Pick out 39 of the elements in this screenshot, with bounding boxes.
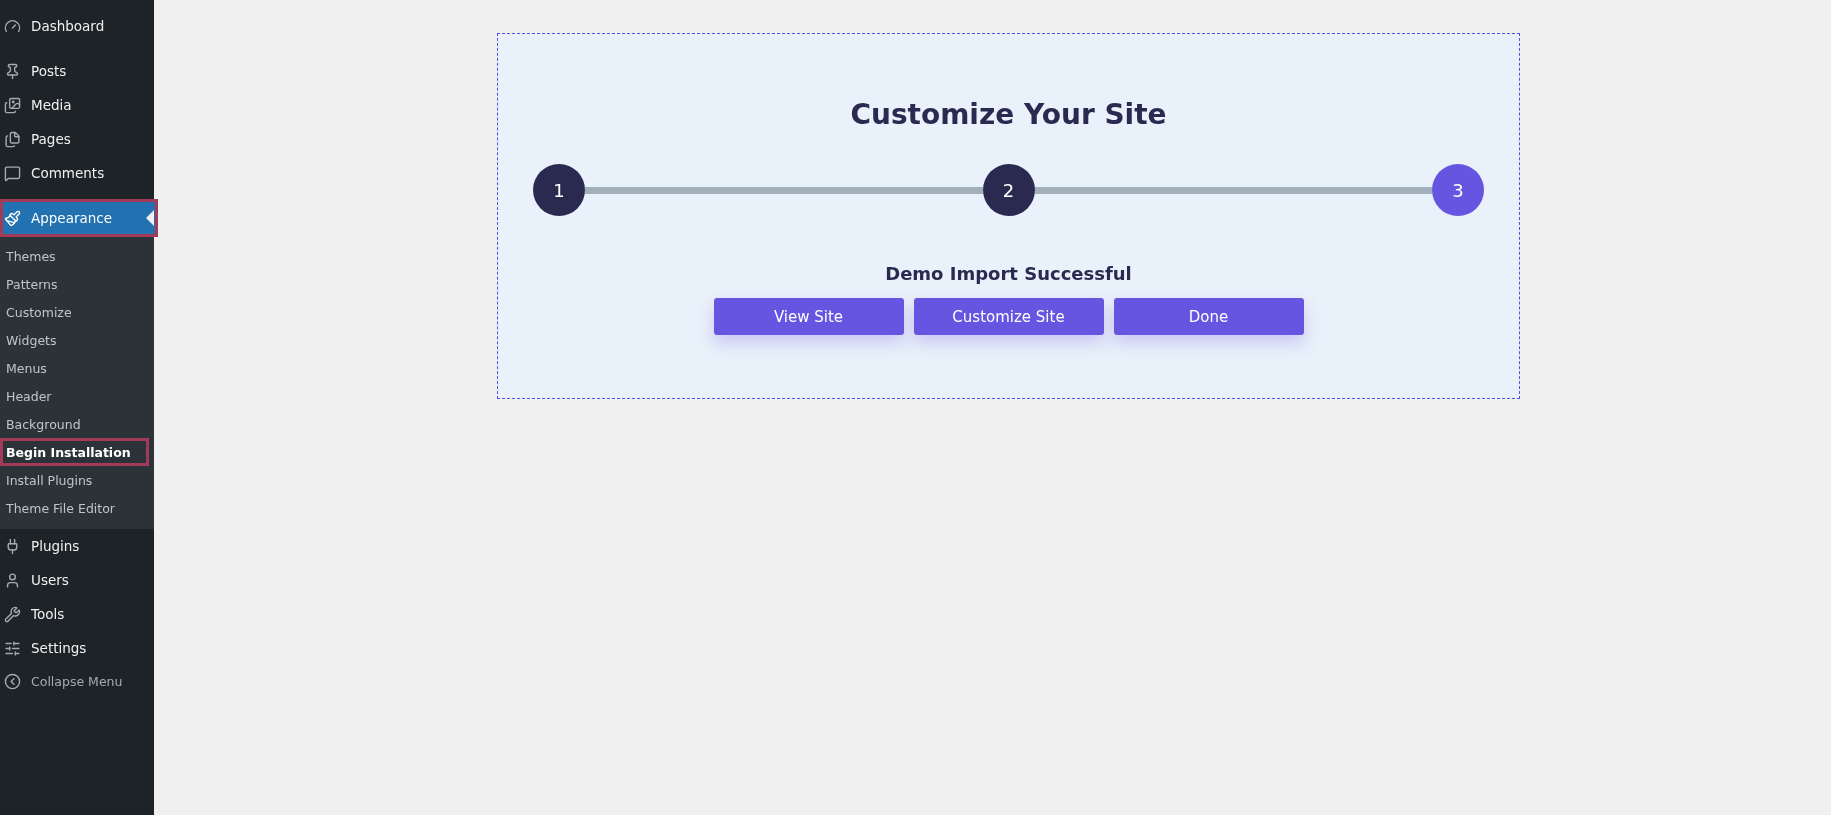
sidebar-item[interactable]: Appearance	[0, 199, 158, 237]
submenu-item[interactable]: Widgets	[0, 326, 154, 354]
submenu-item[interactable]: Background	[0, 410, 154, 438]
pin-icon	[4, 62, 21, 80]
sidebar-item[interactable]: Posts	[0, 54, 154, 88]
wizard-button[interactable]: Customize Site	[913, 298, 1104, 335]
step-circle: 3	[1432, 164, 1484, 216]
pages-icon	[4, 130, 21, 148]
submenu-item[interactable]: Customize	[0, 298, 154, 326]
sidebar-item[interactable]: Pages	[0, 122, 154, 156]
sliders-icon	[4, 639, 21, 657]
sidebar-item[interactable]: Comments	[0, 156, 154, 190]
collapse-menu-button[interactable]: Collapse Menu	[0, 665, 154, 697]
paintbrush-icon	[4, 209, 21, 227]
step-circle: 1	[533, 164, 585, 216]
submenu-item[interactable]: Install Plugins	[0, 466, 154, 494]
wrench-icon	[4, 605, 21, 623]
speech-bubble-icon	[4, 164, 21, 182]
sidebar-item[interactable]: Media	[0, 88, 154, 122]
wizard-title: Customize Your Site	[850, 98, 1167, 131]
sidebar-item[interactable]: Users	[0, 563, 154, 597]
submenu-item[interactable]: Menus	[0, 354, 154, 382]
submenu-item[interactable]: Themes	[0, 242, 154, 270]
submenu-item[interactable]: Patterns	[0, 270, 154, 298]
wizard-button[interactable]: Done	[1113, 298, 1304, 335]
sidebar-item[interactable]: Plugins	[0, 529, 154, 563]
submenu-item[interactable]: Begin Installation	[0, 438, 149, 466]
images-icon	[4, 96, 21, 114]
step-circle: 2	[982, 164, 1035, 216]
success-message: Demo Import Successful	[885, 263, 1132, 284]
sidebar-item[interactable]: Dashboard	[0, 9, 154, 43]
submenu-item[interactable]: Theme File Editor	[0, 494, 154, 522]
submenu-item[interactable]: Header	[0, 382, 154, 410]
sidebar-item[interactable]: Tools	[0, 597, 154, 631]
current-pointer-icon	[146, 210, 154, 226]
user-icon	[4, 571, 21, 589]
sidebar-item[interactable]: Settings	[0, 631, 154, 665]
wizard-button[interactable]: View Site	[713, 298, 904, 335]
dashboard-gauge-icon	[4, 17, 21, 35]
